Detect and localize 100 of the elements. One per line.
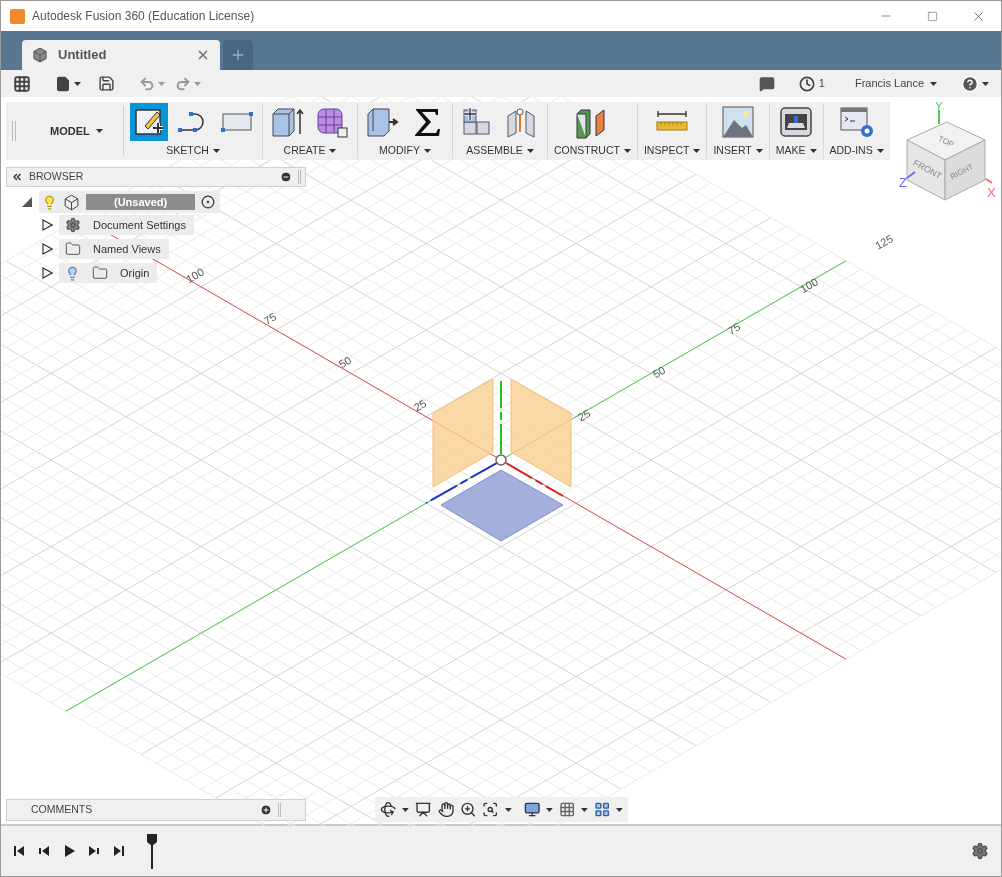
- tool-group-menu[interactable]: CREATE: [283, 143, 337, 159]
- display-settings-icon[interactable]: [523, 801, 540, 818]
- tool-group-menu[interactable]: ASSEMBLE: [466, 143, 534, 159]
- axis-segment: [505, 462, 564, 497]
- panel-grip[interactable]: [278, 803, 281, 817]
- caret-icon: [623, 148, 631, 153]
- close-tab-icon[interactable]: [196, 48, 210, 62]
- axis-label: Z: [899, 175, 907, 190]
- orbit-icon[interactable]: [380, 801, 397, 818]
- collapsed-triangle-icon[interactable]: [41, 243, 53, 255]
- landscape-image-icon: [720, 104, 757, 140]
- tool-group-menu[interactable]: CONSTRUCT: [554, 143, 631, 159]
- minus-icon[interactable]: [280, 171, 292, 183]
- axis-label: X: [987, 185, 996, 200]
- timeline-marker-icon[interactable]: [146, 833, 158, 869]
- zoom-icon[interactable]: [459, 801, 477, 818]
- look-at-icon[interactable]: [415, 801, 432, 818]
- plus-icon[interactable]: [260, 804, 272, 816]
- folder-icon: [92, 265, 108, 281]
- caret-icon: [194, 81, 201, 86]
- tool-group-menu[interactable]: ADD-INS: [829, 143, 884, 159]
- grid-scale-label: 25: [411, 397, 429, 414]
- grid-scale-label: 125: [873, 232, 895, 252]
- grid-scale-label: 100: [184, 265, 206, 286]
- collapsed-triangle-icon[interactable]: [41, 219, 53, 231]
- window-title: Autodesk Fusion 360 (Education License): [32, 8, 255, 25]
- tool-group-menu[interactable]: SKETCH: [166, 143, 220, 159]
- gear-icon: [65, 217, 81, 233]
- step-back-icon: [37, 844, 51, 858]
- panel-grip[interactable]: [298, 170, 301, 184]
- caret-icon: [74, 81, 81, 86]
- caret-icon: [504, 807, 512, 812]
- document-tab[interactable]: Untitled: [22, 40, 220, 70]
- printer-icon: [778, 104, 815, 140]
- caret-icon: [693, 148, 701, 153]
- caret-icon: [212, 148, 220, 153]
- grid-scale-label: 25: [575, 407, 593, 424]
- grid-settings-icon[interactable]: [558, 801, 576, 818]
- skip-forward-icon: [112, 844, 126, 858]
- caret-icon: [930, 81, 937, 86]
- browser-title: BROWSER: [29, 169, 84, 185]
- step-forward-icon: [87, 844, 101, 858]
- grid-scale-label: 50: [650, 363, 668, 381]
- lightbulb-icon[interactable]: [65, 265, 80, 281]
- collapse-icon[interactable]: [11, 171, 23, 183]
- caret-icon: [545, 807, 553, 812]
- comments-title: COMMENTS: [31, 802, 93, 818]
- tool-group-menu[interactable]: MAKE: [775, 143, 817, 159]
- tool-button[interactable]: [130, 103, 168, 141]
- jobs-count: 1: [818, 76, 825, 92]
- tool-group-menu[interactable]: INSPECT: [643, 143, 701, 159]
- app-logo-icon: [10, 8, 25, 24]
- caret-icon: [158, 81, 165, 86]
- grid-scale-label: 100: [798, 275, 820, 296]
- terminal-gear-icon: [838, 104, 875, 140]
- expanded-triangle-icon[interactable]: [21, 196, 33, 208]
- workspace-menu[interactable]: MODEL: [50, 122, 103, 140]
- caret-icon: [982, 81, 989, 86]
- tab-label: Untitled: [58, 46, 107, 65]
- caret-icon: [526, 148, 534, 153]
- axis-line: [985, 178, 993, 184]
- caret-icon: [809, 148, 817, 153]
- component-icon: [63, 193, 80, 211]
- caret-icon: [95, 129, 103, 133]
- clock-icon[interactable]: [798, 75, 815, 92]
- comment-icon[interactable]: [758, 75, 775, 92]
- grid-scale-label: 75: [261, 310, 279, 327]
- cube-icon: [32, 47, 48, 63]
- folder-icon: [65, 241, 81, 257]
- plus-icon: [230, 47, 246, 63]
- fit-icon[interactable]: [482, 801, 499, 818]
- collapsed-triangle-icon[interactable]: [41, 267, 53, 279]
- origin-point: [495, 454, 507, 466]
- caret-icon: [755, 148, 763, 153]
- help-icon[interactable]: [961, 74, 979, 93]
- caret-icon: [423, 148, 431, 153]
- user-menu[interactable]: Francis Lance: [854, 75, 937, 92]
- skip-back-icon: [12, 844, 26, 858]
- pan-hand-icon[interactable]: [437, 801, 454, 818]
- toolbar-grip[interactable]: [12, 121, 16, 141]
- caret-icon: [616, 807, 623, 812]
- tool-group-menu[interactable]: MODIFY: [379, 143, 431, 159]
- activate-radio-icon[interactable]: [201, 195, 216, 209]
- tool-group-menu[interactable]: INSERT: [713, 143, 763, 159]
- apps-grid-icon[interactable]: [13, 74, 31, 93]
- cube-face-label: TOP: [936, 134, 956, 150]
- settings-icon[interactable]: [971, 842, 989, 860]
- viewports-icon[interactable]: [593, 801, 611, 818]
- grid-scale-label: 75: [725, 320, 743, 337]
- save-icon[interactable]: [98, 75, 115, 92]
- caret-icon: [329, 148, 337, 153]
- file-icon[interactable]: [55, 75, 71, 92]
- caret-icon: [876, 148, 884, 153]
- caret-icon: [402, 807, 410, 812]
- grid-scale-label: 50: [336, 353, 354, 371]
- caret-icon: [581, 807, 588, 812]
- axis-label: Y: [935, 100, 943, 112]
- maximize-icon: [926, 10, 938, 22]
- play-icon: [62, 844, 76, 858]
- axis-line: [938, 109, 940, 125]
